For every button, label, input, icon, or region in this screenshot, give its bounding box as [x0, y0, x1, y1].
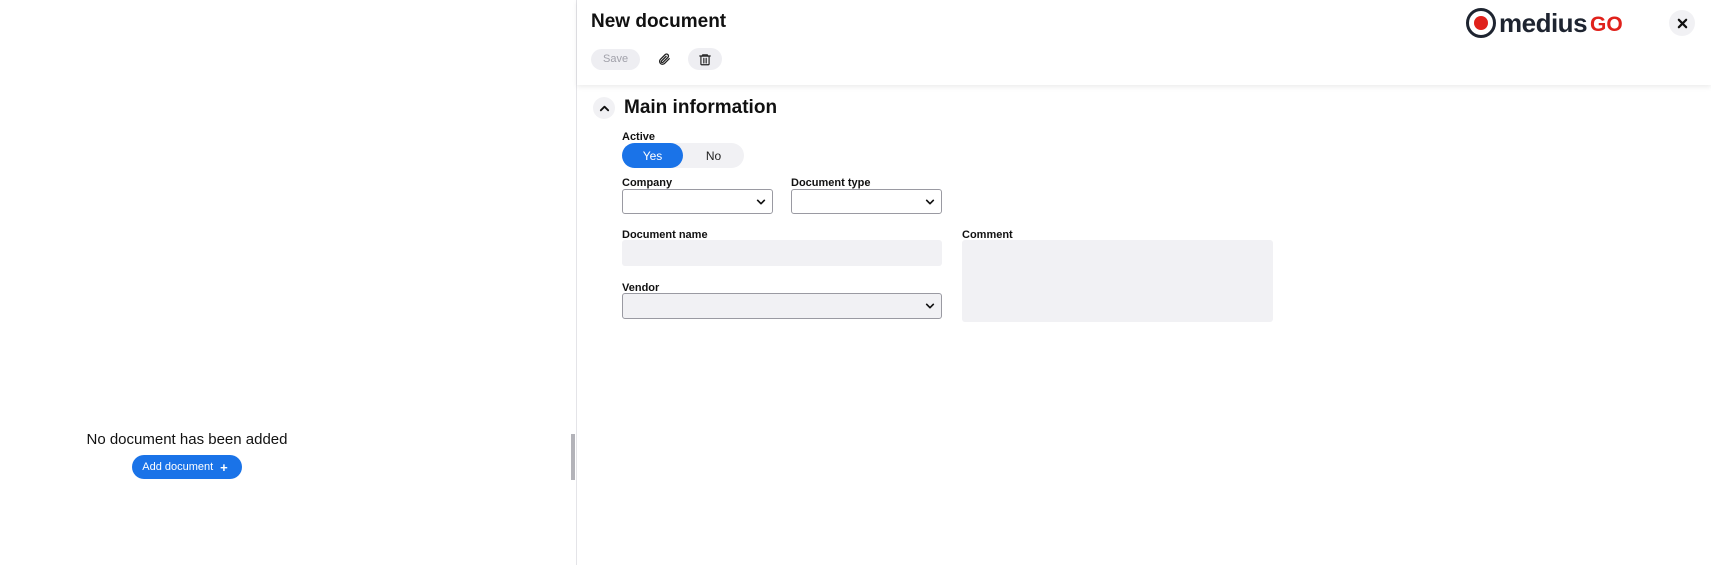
editor-header: New document Save medius GO: [577, 0, 1711, 85]
plus-icon: +: [220, 459, 228, 475]
active-toggle: Yes No: [622, 143, 744, 168]
resize-handle[interactable]: [571, 434, 575, 480]
vendor-select[interactable]: [622, 293, 942, 319]
trash-icon: [699, 53, 711, 65]
logo-mark-icon: [1466, 8, 1496, 38]
document-name-input[interactable]: [622, 240, 942, 266]
comment-textarea[interactable]: [962, 240, 1273, 322]
section-title: Main information: [624, 97, 778, 118]
section-header: Main information: [593, 97, 777, 119]
close-button[interactable]: [1669, 10, 1695, 36]
add-document-label: Add document: [142, 461, 214, 473]
attach-button[interactable]: [649, 48, 679, 70]
company-select[interactable]: [622, 189, 773, 214]
empty-message: No document has been added: [86, 431, 288, 448]
chevron-down-icon: [925, 199, 935, 205]
active-no-option[interactable]: No: [683, 143, 744, 168]
add-document-button[interactable]: Add document +: [132, 455, 242, 479]
toolbar: Save: [591, 48, 723, 70]
company-label: Company: [622, 177, 673, 189]
logo-medius-text: medius: [1499, 7, 1588, 38]
page-title: New document: [591, 11, 727, 32]
save-button[interactable]: Save: [591, 48, 641, 70]
empty-state: No document has been added Add document …: [0, 431, 374, 479]
collapse-section-button[interactable]: [593, 97, 615, 119]
paperclip-icon: [659, 53, 670, 65]
document-panel: No document has been added Add document …: [0, 0, 577, 565]
active-label: Active: [622, 131, 656, 143]
medius-go-logo: medius GO: [1465, 7, 1623, 39]
delete-button[interactable]: [688, 48, 723, 70]
close-icon: [1677, 18, 1687, 28]
document-type-label: Document type: [791, 177, 871, 189]
chevron-down-icon: [756, 199, 766, 205]
active-yes-option[interactable]: Yes: [622, 143, 683, 168]
document-editor: New document Save medius GO Main informa…: [577, 0, 1711, 565]
chevron-up-icon: [599, 105, 609, 111]
logo-go-text: GO: [1590, 13, 1623, 36]
chevron-down-icon: [925, 303, 935, 309]
document-type-select[interactable]: [791, 189, 942, 214]
